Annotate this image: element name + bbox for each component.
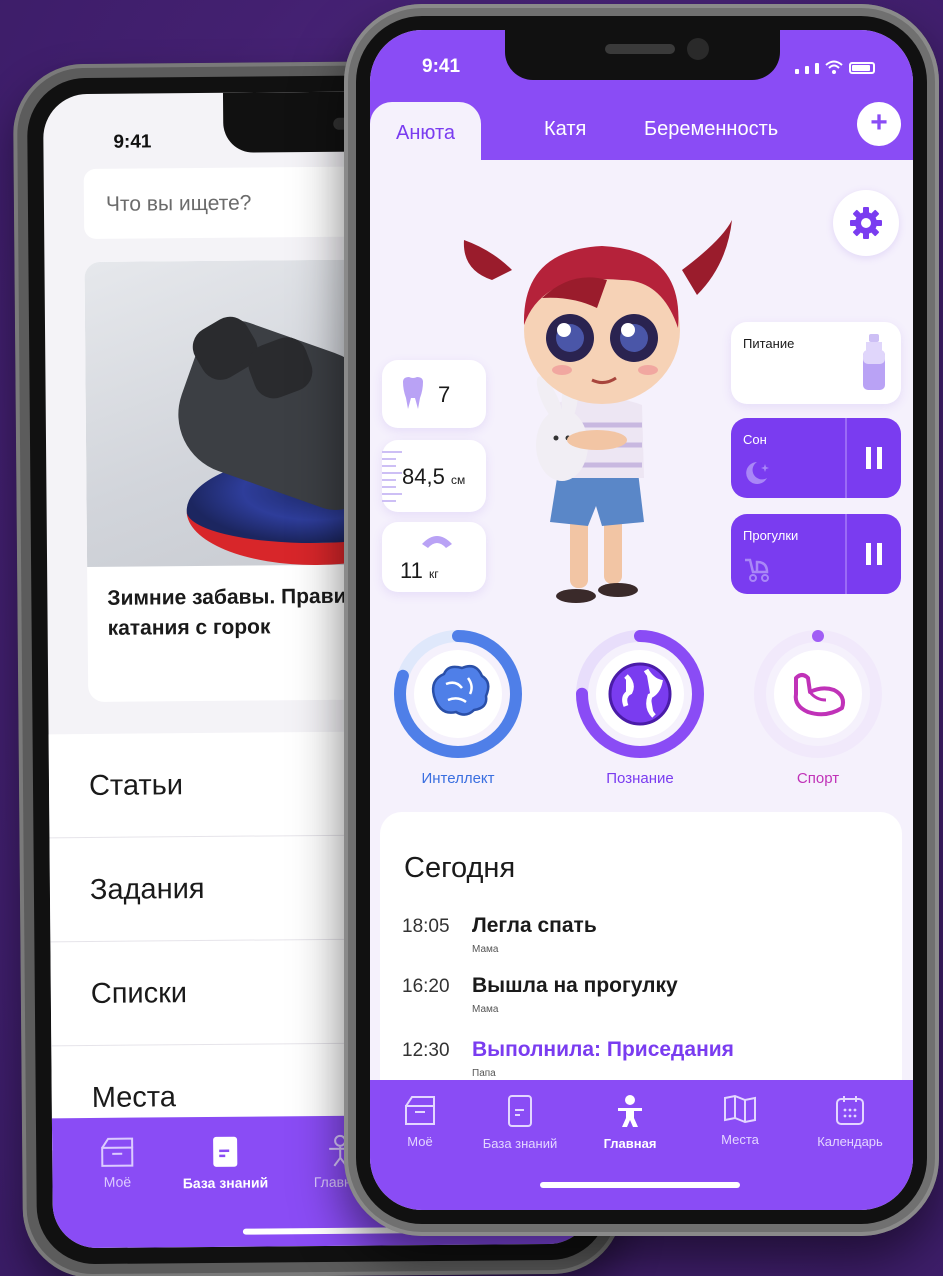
event-time: 18:05 xyxy=(402,916,450,937)
box-icon xyxy=(405,1096,435,1125)
speaker xyxy=(605,44,675,54)
ruler-icon xyxy=(382,451,402,502)
tab-mine[interactable]: Моё xyxy=(370,1094,470,1149)
child-avatar-illustration xyxy=(463,220,732,603)
pause-icon xyxy=(866,543,882,565)
weight-card[interactable]: 11 кг xyxy=(382,522,486,592)
pause-icon xyxy=(866,447,882,469)
tab-bar: Моё База знаний Главная Места Календарь xyxy=(370,1080,913,1210)
front-phone: 9:41 Анюта Катя Беременность + 7 84,5 см… xyxy=(344,4,939,1236)
status-bar: 9:41 xyxy=(370,30,913,100)
globe-icon xyxy=(608,662,672,726)
signal-icon xyxy=(815,63,819,74)
wifi-icon xyxy=(825,60,843,74)
food-tracker-card[interactable]: Питание xyxy=(731,322,901,404)
front-phone-screen: 9:41 Анюта Катя Беременность + 7 84,5 см… xyxy=(370,30,913,1210)
sport-ring[interactable] xyxy=(750,626,886,762)
sport-label: Спорт xyxy=(796,770,840,787)
walk-label: Прогулки xyxy=(743,528,799,543)
stroller-icon xyxy=(745,558,769,582)
tab-profile-katya[interactable]: Катя xyxy=(544,118,586,141)
box-icon xyxy=(101,1137,134,1167)
food-label: Питание xyxy=(743,336,795,351)
tab-label: Главная xyxy=(603,1136,657,1151)
weight-unit: кг xyxy=(428,567,439,581)
status-icons xyxy=(795,60,875,74)
height-value: 84,5 xyxy=(402,464,445,489)
tab-label: Места xyxy=(721,1132,759,1147)
scale-icon xyxy=(422,536,452,548)
event-time: 16:20 xyxy=(402,976,450,997)
teeth-card[interactable]: 7 xyxy=(382,360,486,428)
tab-calendar[interactable]: Календарь xyxy=(800,1094,900,1149)
sleep-label: Сон xyxy=(743,432,767,447)
tab-knowledge[interactable]: База знаний xyxy=(470,1094,570,1151)
calendar-icon xyxy=(836,1096,864,1125)
map-icon xyxy=(724,1094,756,1124)
notch xyxy=(505,30,780,80)
sleep-tracker-card[interactable]: Сон xyxy=(731,418,901,498)
tab-home[interactable]: Главная xyxy=(580,1094,680,1151)
today-title: Сегодня xyxy=(404,852,516,884)
tab-profile-pregnancy[interactable]: Беременность xyxy=(644,118,778,141)
book-icon xyxy=(213,1136,238,1167)
walk-pause-button[interactable] xyxy=(845,514,901,594)
cognition-label: Познание xyxy=(606,770,674,787)
signal-icon xyxy=(795,69,799,74)
camera xyxy=(687,38,709,60)
bottle-icon xyxy=(863,334,885,390)
status-time: 9:41 xyxy=(422,56,461,77)
book-icon xyxy=(508,1095,532,1127)
tab-knowledge[interactable]: База знаний xyxy=(170,1134,280,1191)
cognition-ring[interactable] xyxy=(572,626,708,762)
tab-label: Моё xyxy=(407,1134,433,1149)
event-author: Мама xyxy=(472,1004,499,1015)
gear-icon xyxy=(850,207,882,239)
child-icon xyxy=(618,1095,642,1127)
event-time: 12:30 xyxy=(402,1040,450,1061)
walk-tracker-card[interactable]: Прогулки xyxy=(731,514,901,594)
height-unit: см xyxy=(450,473,466,487)
event-author: Мама xyxy=(472,944,499,955)
tab-profile-anyuta[interactable]: Анюта xyxy=(370,102,482,160)
signal-icon xyxy=(805,66,809,74)
tab-label: Моё xyxy=(103,1173,132,1190)
moon-icon xyxy=(746,462,769,484)
tooth-icon xyxy=(403,377,423,409)
weight-value: 11 xyxy=(400,558,423,583)
tab-mine[interactable]: Моё xyxy=(77,1135,157,1190)
event-title: Выполнила: Приседания xyxy=(472,1038,734,1061)
intellect-ring[interactable] xyxy=(390,626,526,762)
intellect-label: Интеллект xyxy=(421,770,495,787)
event-author: Папа xyxy=(472,1068,496,1079)
event-title: Вышла на прогулку xyxy=(472,974,678,997)
settings-button[interactable] xyxy=(833,190,899,256)
event-title: Легла спать xyxy=(472,914,597,937)
tab-label: Календарь xyxy=(817,1134,883,1149)
tab-places[interactable]: Места xyxy=(690,1094,790,1147)
profile-tabs: Анюта Катя Беременность + xyxy=(370,100,913,160)
home-indicator[interactable] xyxy=(540,1182,740,1188)
height-card[interactable]: 84,5 см xyxy=(382,440,486,512)
status-time: 9:41 xyxy=(113,131,152,153)
battery-icon xyxy=(849,62,875,74)
teeth-count: 7 xyxy=(438,382,451,407)
tab-label: База знаний xyxy=(482,1136,558,1151)
sleep-pause-button[interactable] xyxy=(845,418,901,498)
tab-label: База знаний xyxy=(182,1174,269,1192)
add-profile-button[interactable]: + xyxy=(857,102,901,146)
